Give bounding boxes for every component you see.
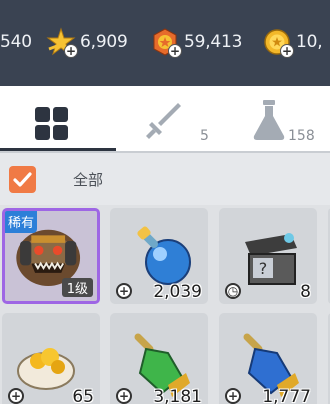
item-quantity: 2,039 — [153, 282, 202, 302]
sword-icon — [146, 103, 181, 139]
svg-text:?: ? — [259, 259, 268, 278]
inventory-tab-bar: 5 158 — [0, 86, 330, 152]
plus-icon: + — [280, 44, 294, 58]
item-quantity: 1,777 — [262, 387, 311, 404]
star-icon: + — [46, 27, 78, 58]
currency-item-medal[interactable]: + 59,413 — [150, 26, 242, 58]
item-quantity: 65 — [72, 387, 94, 404]
filter-label: 全部 — [73, 171, 104, 189]
item-quantity: 8 — [300, 282, 311, 302]
currency-value-star: 6,909 — [80, 32, 128, 52]
item-slot-blue-potion[interactable]: + 2,039 — [110, 208, 208, 304]
medal-icon: + — [150, 27, 182, 58]
item-slot-green-potion[interactable]: + 3,181 — [110, 313, 208, 404]
add-badge-icon: + — [8, 388, 24, 404]
select-all-checkbox[interactable] — [9, 166, 36, 193]
plus-icon: + — [168, 44, 182, 58]
currency-item-gold[interactable]: + 10, — [262, 26, 323, 58]
item-slot-gold-ore[interactable]: + 65 — [2, 313, 100, 404]
item-slot-monster[interactable]: 稀有 1级 — [2, 208, 100, 304]
gold-coin-icon: + — [262, 27, 294, 58]
grid-icon — [35, 107, 68, 140]
tab-weapons[interactable]: 5 — [116, 86, 220, 152]
add-badge-icon: + — [116, 388, 132, 404]
currency-item-1[interactable]: 540 — [0, 26, 32, 58]
currency-value-1: 540 — [0, 32, 32, 52]
item-slot-mystery-chest[interactable]: ? ◷ 8 — [219, 208, 317, 304]
level-tag: 1级 — [61, 278, 93, 297]
potion-count: 158 — [288, 128, 315, 144]
currency-value-medal: 59,413 — [184, 32, 243, 52]
inventory-grid: 稀有 1级 + 2,039 ? ◷ 8 + 65 + 3,181 + 1,777 — [0, 205, 330, 404]
item-quantity: 3,181 — [153, 387, 202, 404]
filter-row: 全部 — [0, 153, 330, 205]
currency-value-gold: 10, — [296, 32, 323, 52]
rare-tag: 稀有 — [5, 211, 38, 233]
weapon-count: 5 — [200, 128, 209, 144]
currency-item-star[interactable]: + 6,909 — [46, 26, 128, 58]
item-slot-blue-gold-potion[interactable]: + 1,777 — [219, 313, 317, 404]
add-badge-icon: + — [225, 388, 241, 404]
flask-icon — [253, 100, 285, 140]
checkmark-icon — [13, 172, 32, 187]
plus-icon: + — [64, 44, 78, 58]
currency-bar: 540 + 6,909 + 59,413 + 10, — [0, 0, 330, 86]
clock-badge-icon: ◷ — [225, 283, 241, 299]
add-badge-icon: + — [116, 283, 132, 299]
tab-all-items[interactable] — [0, 86, 116, 152]
tab-potions[interactable]: 158 — [220, 86, 330, 152]
